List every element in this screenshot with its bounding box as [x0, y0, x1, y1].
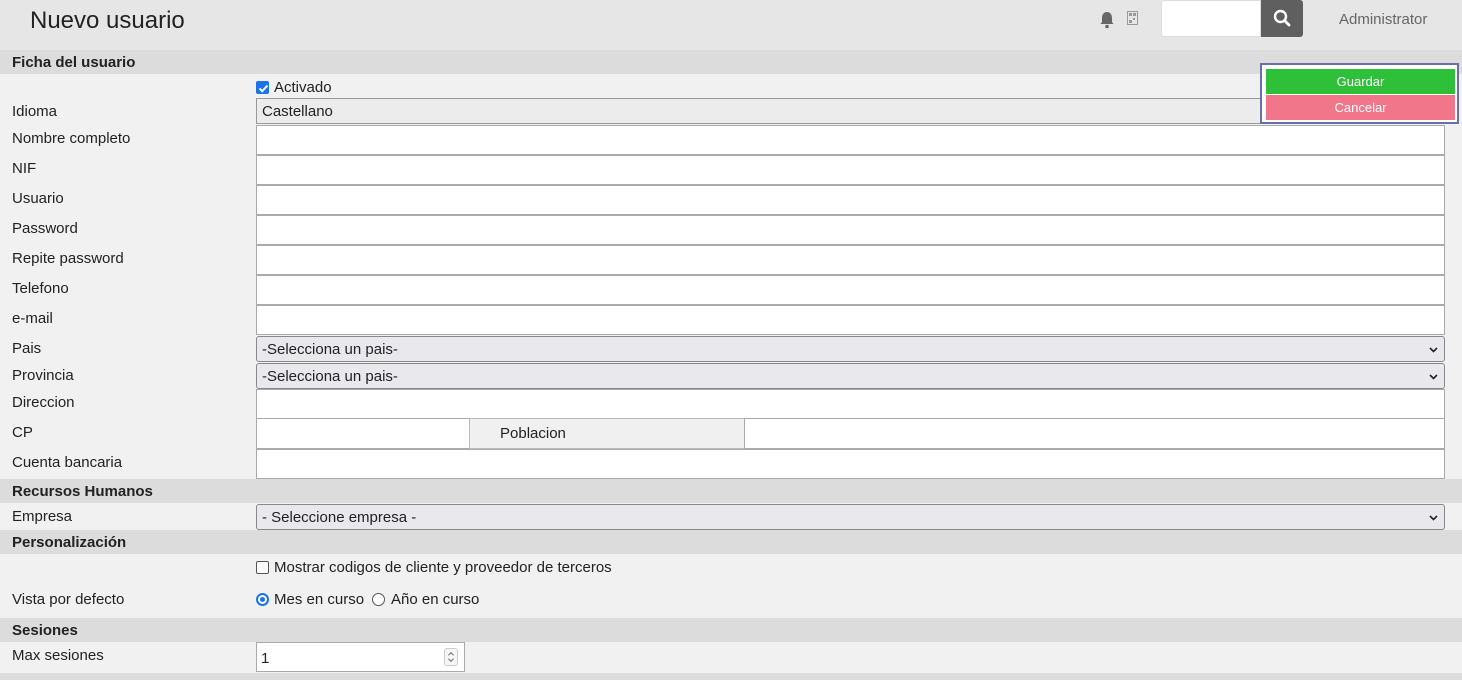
top-bar: Nuevo usuario Administrator	[0, 0, 1462, 50]
mostrar-codigos-label: Mostrar codigos de cliente y proveedor d…	[274, 559, 612, 576]
bell-icon[interactable]	[1099, 11, 1115, 29]
section-title: Personalización	[12, 534, 127, 551]
repite-password-input[interactable]	[256, 245, 1445, 275]
repite-password-label: Repite password	[12, 250, 124, 267]
chevron-down-icon	[1429, 374, 1438, 380]
section-title: Recursos Humanos	[12, 483, 153, 500]
telefono-input[interactable]	[256, 275, 1445, 305]
save-button[interactable]: Guardar	[1266, 69, 1455, 94]
idioma-label: Idioma	[12, 103, 58, 120]
mostrar-codigos-checkbox[interactable]	[256, 561, 269, 574]
chevron-down-icon	[1429, 515, 1438, 521]
password-input[interactable]	[256, 215, 1445, 245]
anio-en-curso-radio[interactable]	[372, 593, 385, 606]
max-sesiones-value: 1	[261, 650, 270, 667]
password-label: Password	[12, 220, 78, 237]
cuenta-label: Cuenta bancaria	[12, 454, 123, 471]
provincia-value: -Selecciona un pais-	[262, 368, 398, 385]
email-input[interactable]	[256, 305, 1445, 335]
section-title: Ficha del usuario	[12, 54, 136, 71]
search-button[interactable]	[1261, 0, 1303, 37]
usuario-input[interactable]	[256, 185, 1445, 215]
section-rrhh: Recursos Humanos	[0, 479, 1462, 503]
direccion-input[interactable]	[256, 389, 1445, 419]
search-input[interactable]	[1161, 0, 1261, 37]
provincia-label: Provincia	[12, 367, 74, 384]
section-ficha: Ficha del usuario	[0, 50, 1462, 74]
idioma-value: Castellano	[262, 103, 333, 120]
section-next	[0, 673, 1462, 680]
mes-en-curso-label: Mes en curso	[274, 591, 365, 608]
poblacion-label: Poblacion	[500, 425, 566, 442]
page-title: Nuevo usuario	[30, 7, 185, 34]
cp-label: CP	[12, 424, 33, 441]
provincia-select[interactable]: -Selecciona un pais-	[256, 363, 1445, 389]
poblacion-addon: Poblacion	[469, 418, 745, 449]
nif-label: NIF	[12, 160, 37, 177]
section-title: Sesiones	[12, 622, 78, 639]
nombre-input[interactable]	[256, 125, 1445, 155]
email-label: e-mail	[12, 310, 53, 327]
pais-select[interactable]: -Selecciona un pais-	[256, 336, 1445, 362]
poblacion-input[interactable]	[744, 418, 1445, 449]
chevron-down-icon	[1429, 347, 1438, 353]
empresa-select[interactable]: - Seleccione empresa -	[256, 504, 1445, 530]
vista-label: Vista por defecto	[12, 591, 125, 608]
max-sesiones-label: Max sesiones	[12, 647, 104, 664]
section-sesiones: Sesiones	[0, 618, 1462, 642]
pais-value: -Selecciona un pais-	[262, 341, 398, 358]
max-sesiones-input[interactable]: 1	[256, 642, 465, 672]
user-menu[interactable]: Administrator	[1339, 11, 1427, 28]
cancel-button[interactable]: Cancelar	[1266, 95, 1455, 120]
usuario-label: Usuario	[12, 190, 64, 207]
empresa-value: - Seleccione empresa -	[262, 509, 417, 526]
activado-label: Activado	[274, 79, 332, 96]
cuenta-input[interactable]	[256, 449, 1445, 479]
cp-input[interactable]	[256, 418, 470, 449]
check-icon	[258, 84, 269, 93]
pais-label: Pais	[12, 340, 42, 357]
mes-en-curso-radio[interactable]	[256, 593, 269, 606]
nif-input[interactable]	[256, 155, 1445, 185]
direccion-label: Direccion	[12, 394, 75, 411]
activado-checkbox[interactable]	[256, 81, 269, 94]
search-icon	[1273, 9, 1291, 27]
spinner-icon[interactable]	[444, 648, 458, 666]
section-personalizacion: Personalización	[0, 530, 1462, 554]
nombre-label: Nombre completo	[12, 130, 131, 147]
action-panel: Guardar Cancelar	[1260, 63, 1459, 124]
empresa-label: Empresa	[12, 508, 73, 525]
anio-en-curso-label: Año en curso	[391, 591, 480, 608]
telefono-label: Telefono	[12, 280, 69, 297]
qr-icon[interactable]	[1127, 11, 1138, 25]
